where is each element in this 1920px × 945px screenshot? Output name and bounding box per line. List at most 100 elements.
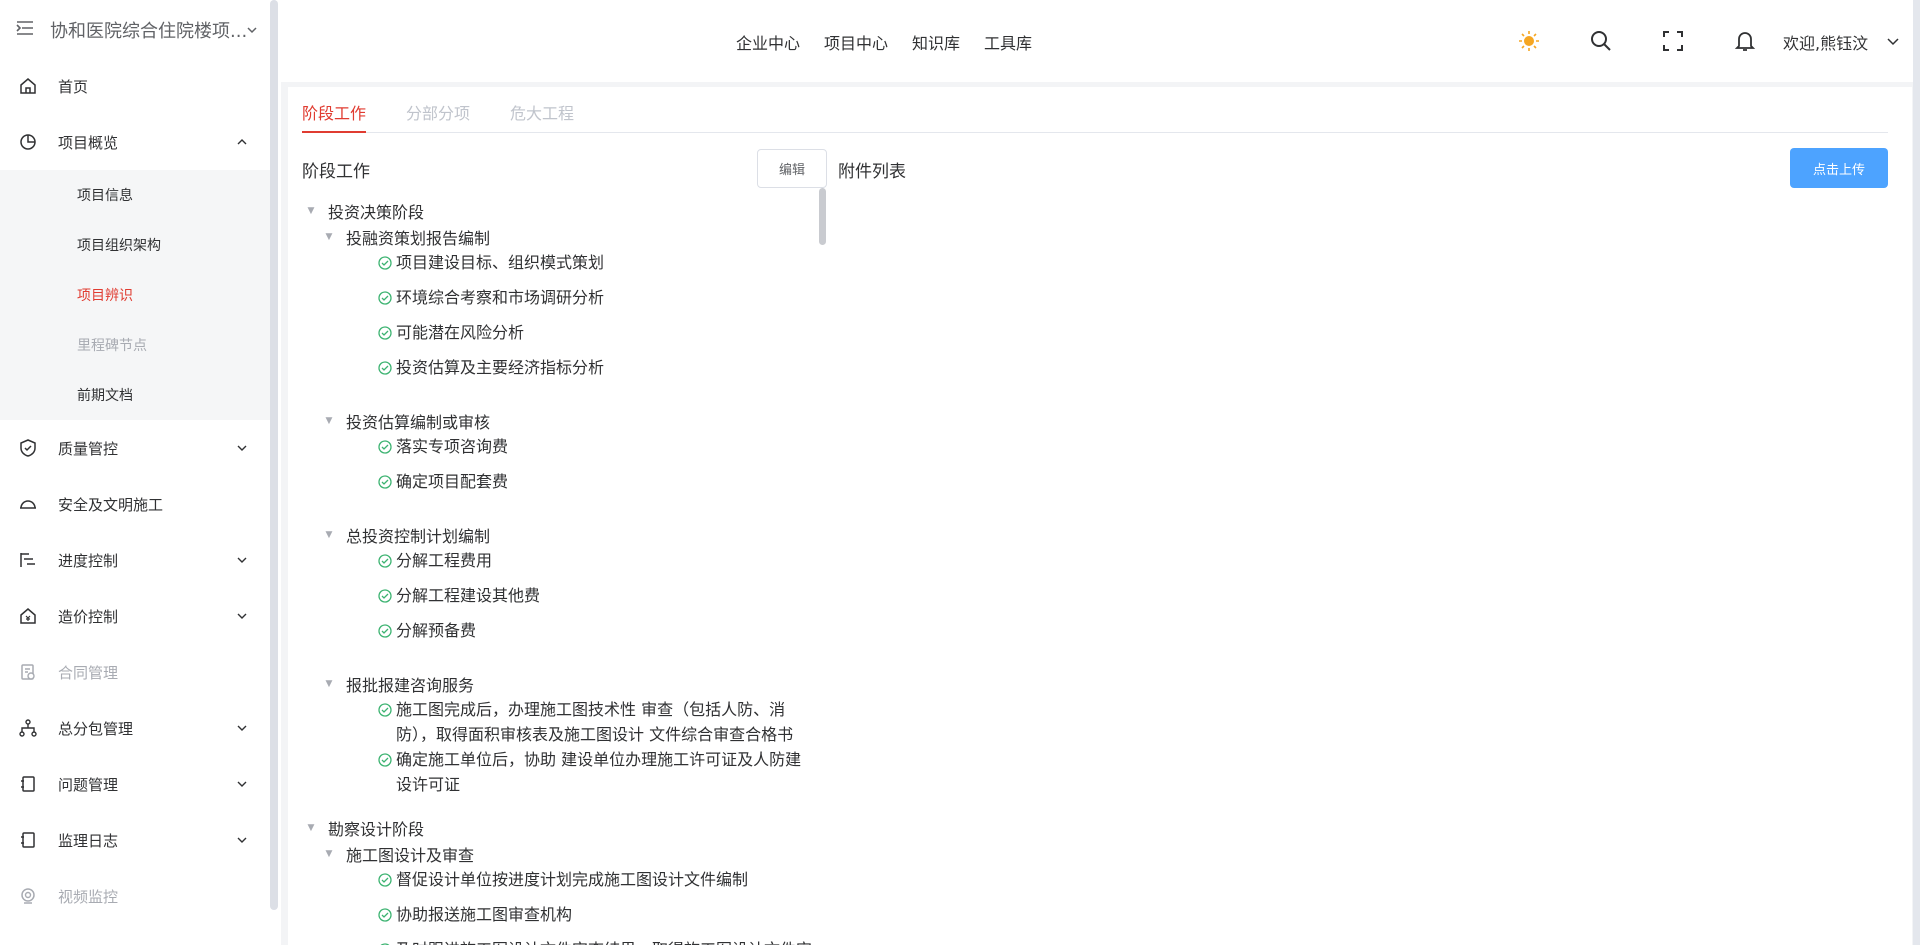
tree-leaf[interactable]: 可能潜在风险分析 [320,320,814,355]
sidebar: 协和医院综合住院楼项... 首页 项目概览 项目信息 项目组织架构 项目辨识 里… [0,0,271,945]
tree-leaf[interactable]: 施工图完成后，办理施工图技术性 审查（包括人防、消防），取得面积审核表及施工图设… [320,697,814,747]
tree-leaf-label: 项目建设目标、组织模式策划 [396,253,605,272]
caret-down-icon[interactable]: ▼ [320,671,338,697]
menu-item-video[interactable]: 视频监控 [0,868,270,924]
menu-item-label: 总分包管理 [58,719,134,738]
check-circle-icon [378,320,394,345]
tree-leaf[interactable]: 协助报送施工图审查机构 [320,902,814,937]
check-circle-icon [378,618,394,643]
menu-item-project-overview[interactable]: 项目概览 [0,114,270,170]
caret-down-icon[interactable]: ▼ [320,408,338,434]
check-circle-icon [378,548,394,573]
tree-leaf[interactable]: 及时跟进施工图设计文件审查结果，取得施工图设计文件审查 [320,937,814,945]
search-icon[interactable] [1588,28,1614,54]
check-circle-icon [378,285,394,310]
menu-item-label: 造价控制 [58,607,119,626]
tree-node-stage[interactable]: ▼ 投资决策阶段 [302,198,814,224]
pie-chart-icon [18,132,38,152]
nav-tool-library[interactable]: 工具库 [984,30,1032,54]
submenu-project-overview: 项目信息 项目组织架构 项目辨识 里程碑节点 前期文档 [0,170,270,420]
check-circle-icon [378,697,394,722]
tree-leaf[interactable]: 分解预备费 [320,618,814,653]
menu-item-contract[interactable]: 合同管理 [0,644,270,700]
tree-stage: ▼ 勘察设计阶段 ▼ 施工图设计及审查 督促设计单位按进度计划完成施工图设计文件… [302,815,814,945]
edit-button[interactable]: 编辑 [757,149,827,188]
nav-knowledge-base[interactable]: 知识库 [912,30,960,54]
menu-item-label: 进度控制 [58,551,119,570]
tree-leaf[interactable]: 分解工程建设其他费 [320,583,814,618]
submenu-item-project-info[interactable]: 项目信息 [0,170,270,220]
caret-down-icon[interactable]: ▼ [320,841,338,867]
tree-leaf-label: 分解工程费用 [396,551,493,570]
tree-leaf-label: 可能潜在风险分析 [396,323,525,342]
menu-item-label: 合同管理 [58,663,119,682]
tree-leaf-label: 督促设计单位按进度计划完成施工图设计文件编制 [396,870,749,889]
tree-node-label: 总投资控制计划编制 [346,527,491,546]
chevron-down-icon [246,20,262,41]
upload-button[interactable]: 点击上传 [1790,148,1888,188]
nav-enterprise-center[interactable]: 企业中心 [736,30,800,54]
tree-scrollbar[interactable] [819,188,826,245]
menu-item-subcontract[interactable]: 总分包管理 [0,700,270,756]
tree-leaf-label: 及时跟进施工图设计文件审查结果，取得施工图设计文件审查 [396,937,814,945]
check-circle-icon [378,937,394,945]
tree-node-group[interactable]: ▼ 投资估算编制或审核 [320,408,814,434]
top-nav: 企业中心 项目中心 知识库 工具库 [736,30,1032,54]
menu-item-schedule[interactable]: 进度控制 [0,532,270,588]
menu-item-issues[interactable]: 问题管理 [0,756,270,812]
nav-project-center[interactable]: 项目中心 [824,30,888,54]
submenu-item-project-identify[interactable]: 项目辨识 [0,270,270,320]
menu-item-quality[interactable]: 质量管控 [0,420,270,476]
tab-stage-work[interactable]: 阶段工作 [302,100,367,133]
tree-node-group[interactable]: ▼ 施工图设计及审查 [320,841,814,867]
tree-group: ▼ 施工图设计及审查 督促设计单位按进度计划完成施工图设计文件编制 协助报送施工… [302,841,814,945]
sun-icon[interactable] [1516,28,1542,54]
menu-item-home[interactable]: 首页 [0,58,270,114]
project-switcher[interactable]: 协和医院综合住院楼项... [16,16,262,44]
menu-fold-icon[interactable] [16,20,36,41]
tree-leaf[interactable]: 确定施工单位后，协助 建设单位办理施工许可证及人防建设许可证 [320,747,814,797]
org-tree-icon [18,718,38,738]
caret-down-icon[interactable]: ▼ [302,815,320,841]
fullscreen-icon[interactable] [1660,28,1686,54]
tab-subdivision[interactable]: 分部分项 [406,100,470,133]
camera-icon [18,886,38,906]
check-circle-icon [378,747,394,772]
sidebar-menu: 首页 项目概览 项目信息 项目组织架构 项目辨识 里程碑节点 前期文档 质量管控… [0,58,270,924]
sidebar-scrollbar[interactable] [270,0,278,910]
caret-down-icon[interactable]: ▼ [302,198,320,224]
menu-item-supervision-log[interactable]: 监理日志 [0,812,270,868]
tree-stage: ▼ 投资决策阶段 ▼ 投融资策划报告编制 项目建设目标、组织模式策划 环境综合考… [302,198,814,797]
tree-node-label: 报批报建咨询服务 [346,676,475,695]
tree-leaf-label: 投资估算及主要经济指标分析 [396,358,605,377]
submenu-item-project-org[interactable]: 项目组织架构 [0,220,270,270]
tree-leaf[interactable]: 督促设计单位按进度计划完成施工图设计文件编制 [320,867,814,902]
page-scrollbar[interactable] [1913,0,1920,945]
submenu-item-milestones[interactable]: 里程碑节点 [0,320,270,370]
menu-item-cost[interactable]: 造价控制 [0,588,270,644]
tree-leaf[interactable]: 确定项目配套费 [320,469,814,504]
caret-down-icon[interactable]: ▼ [320,522,338,548]
menu-item-label: 视频监控 [58,887,119,906]
tree-node-stage[interactable]: ▼ 勘察设计阶段 [302,815,814,841]
tree-group: ▼ 报批报建咨询服务 施工图完成后，办理施工图技术性 审查（包括人防、消防），取… [302,671,814,797]
menu-item-label: 监理日志 [58,831,119,850]
tree-leaf[interactable]: 投资估算及主要经济指标分析 [320,355,814,390]
menu-item-label: 项目概览 [58,133,119,152]
caret-down-icon[interactable]: ▼ [320,224,338,250]
tree-node-label: 投融资策划报告编制 [346,229,491,248]
check-circle-icon [378,355,394,380]
tree-leaf[interactable]: 分解工程费用 [320,548,814,583]
tab-major-hazard[interactable]: 危大工程 [510,100,574,133]
tree-leaf[interactable]: 项目建设目标、组织模式策划 [320,250,814,285]
tree-node-group[interactable]: ▼ 总投资控制计划编制 [320,522,814,548]
tree-leaf[interactable]: 落实专项咨询费 [320,434,814,469]
chevron-down-icon [236,608,250,622]
tree-node-group[interactable]: ▼ 投融资策划报告编制 [320,224,814,250]
menu-item-safety[interactable]: 安全及文明施工 [0,476,270,532]
tree-leaf[interactable]: 环境综合考察和市场调研分析 [320,285,814,320]
submenu-item-prelim-docs[interactable]: 前期文档 [0,370,270,420]
tree-node-group[interactable]: ▼ 报批报建咨询服务 [320,671,814,697]
bell-icon[interactable] [1732,28,1758,54]
user-menu[interactable]: 欢迎,熊钰汶 [1783,30,1900,54]
